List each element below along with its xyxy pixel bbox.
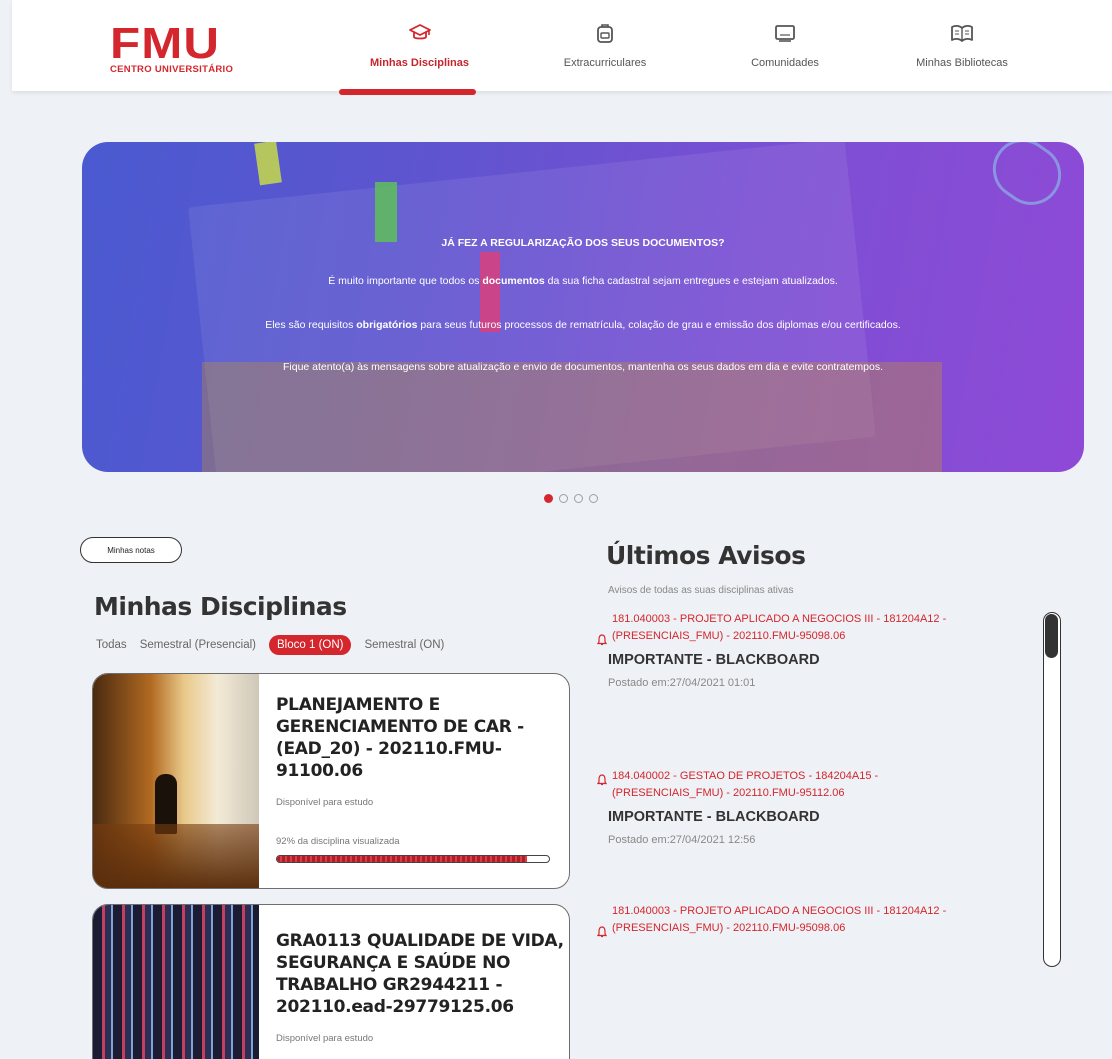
logo-text: FMU xyxy=(110,19,221,68)
bell-icon xyxy=(596,926,608,938)
discipline-thumbnail xyxy=(93,674,259,888)
aviso-item[interactable]: 184.040002 - GESTAO DE PROJETOS - 184204… xyxy=(596,768,986,846)
aviso-discipline[interactable]: 181.040003 - PROJETO APLICADO A NEGOCIOS… xyxy=(596,611,988,646)
banner-text: JÁ FEZ A REGULARIZAÇÃO DOS SEUS DOCUMENT… xyxy=(82,142,1084,472)
discipline-card[interactable]: PLANEJAMENTO E GERENCIAMENTO DE CAR - (E… xyxy=(92,673,570,889)
discipline-thumbnail xyxy=(93,905,259,1059)
banner-heading: JÁ FEZ A REGULARIZAÇÃO DOS SEUS DOCUMENT… xyxy=(441,237,725,249)
aviso-item[interactable]: 181.040003 - PROJETO APLICADO A NEGOCIOS… xyxy=(596,903,988,938)
filter-bloco-1-on[interactable]: Bloco 1 (ON) xyxy=(269,635,352,655)
discipline-title: GRA0113 QUALIDADE DE VIDA, SEGURANÇA E S… xyxy=(276,931,564,1017)
aviso-discipline[interactable]: 184.040002 - GESTAO DE PROJETOS - 184204… xyxy=(596,768,986,802)
section-title-disciplinas: Minhas Disciplinas xyxy=(94,592,347,621)
section-title-avisos: Últimos Avisos xyxy=(606,541,806,570)
minhas-notas-button[interactable]: Minhas notas xyxy=(80,537,182,563)
filter-todas[interactable]: Todas xyxy=(96,639,127,651)
graduation-cap-icon xyxy=(408,24,431,40)
nav-label: Comunidades xyxy=(751,57,819,69)
discipline-status: Disponível para estudo xyxy=(276,1033,374,1044)
banner-line-2: Eles são requisitos obrigatórios para se… xyxy=(265,319,901,331)
nav-label: Minhas Disciplinas xyxy=(369,57,470,69)
nav-label: Minhas Bibliotecas xyxy=(916,57,1008,69)
aviso-type: IMPORTANTE - BLACKBOARD xyxy=(608,809,820,825)
fmu-logo[interactable]: FMU CENTRO UNIVERSITÁRIO xyxy=(110,22,236,82)
discipline-status: Disponível para estudo xyxy=(276,797,374,808)
nav-comunidades[interactable]: Comunidades xyxy=(730,22,840,69)
active-tab-indicator xyxy=(339,89,476,95)
info-banner[interactable]: JÁ FEZ A REGULARIZAÇÃO DOS SEUS DOCUMENT… xyxy=(82,142,1084,472)
chat-screen-icon xyxy=(775,25,795,42)
discipline-title: PLANEJAMENTO E GERENCIAMENTO DE CAR - (E… xyxy=(276,695,524,781)
nav-minhas-disciplinas[interactable]: Minhas Disciplinas xyxy=(351,22,488,69)
scrollbar-thumb[interactable] xyxy=(1045,614,1058,658)
top-navbar: FMU CENTRO UNIVERSITÁRIO Minhas Discipli… xyxy=(12,0,1112,91)
book-icon xyxy=(951,25,973,42)
progress-bar xyxy=(276,855,550,863)
nav-extracurriculares[interactable]: Extracurriculares xyxy=(545,22,665,69)
banner-line-3: Fique atento(a) às mensagens sobre atual… xyxy=(282,361,884,373)
aviso-type: IMPORTANTE - BLACKBOARD xyxy=(608,652,820,668)
aviso-date: Postado em:27/04/2021 01:01 xyxy=(608,677,756,689)
filter-semestral-on[interactable]: Semestral (ON) xyxy=(364,639,444,651)
carousel-dot[interactable] xyxy=(574,494,583,503)
carousel-dot[interactable] xyxy=(544,494,553,503)
avisos-subtitle: Avisos de todas as suas disciplinas ativ… xyxy=(608,585,794,596)
banner-line-1: É muito importante que todos os document… xyxy=(328,275,838,287)
aviso-date: Postado em:27/04/2021 12:56 xyxy=(608,834,756,846)
carousel-dot[interactable] xyxy=(559,494,568,503)
bell-icon xyxy=(596,634,608,646)
avisos-scrollbar[interactable] xyxy=(1043,612,1061,967)
aviso-item[interactable]: 181.040003 - PROJETO APLICADO A NEGOCIOS… xyxy=(596,611,988,689)
filter-semestral-presencial[interactable]: Semestral (Presencial) xyxy=(140,639,256,651)
nav-label: Extracurriculares xyxy=(563,57,647,69)
bell-icon xyxy=(596,774,608,786)
progress-bar-fill xyxy=(277,856,528,862)
progress-label: 92% da disciplina visualizada xyxy=(276,836,400,847)
discipline-filters: Todas Semestral (Presencial) Bloco 1 (ON… xyxy=(96,633,457,657)
nav-minhas-bibliotecas[interactable]: Minhas Bibliotecas xyxy=(897,22,1027,69)
carousel-dots xyxy=(544,494,598,504)
discipline-card[interactable]: GRA0113 QUALIDADE DE VIDA, SEGURANÇA E S… xyxy=(92,904,570,1059)
backpack-icon xyxy=(597,24,613,43)
aviso-discipline[interactable]: 181.040003 - PROJETO APLICADO A NEGOCIOS… xyxy=(596,903,988,938)
carousel-dot[interactable] xyxy=(589,494,598,503)
